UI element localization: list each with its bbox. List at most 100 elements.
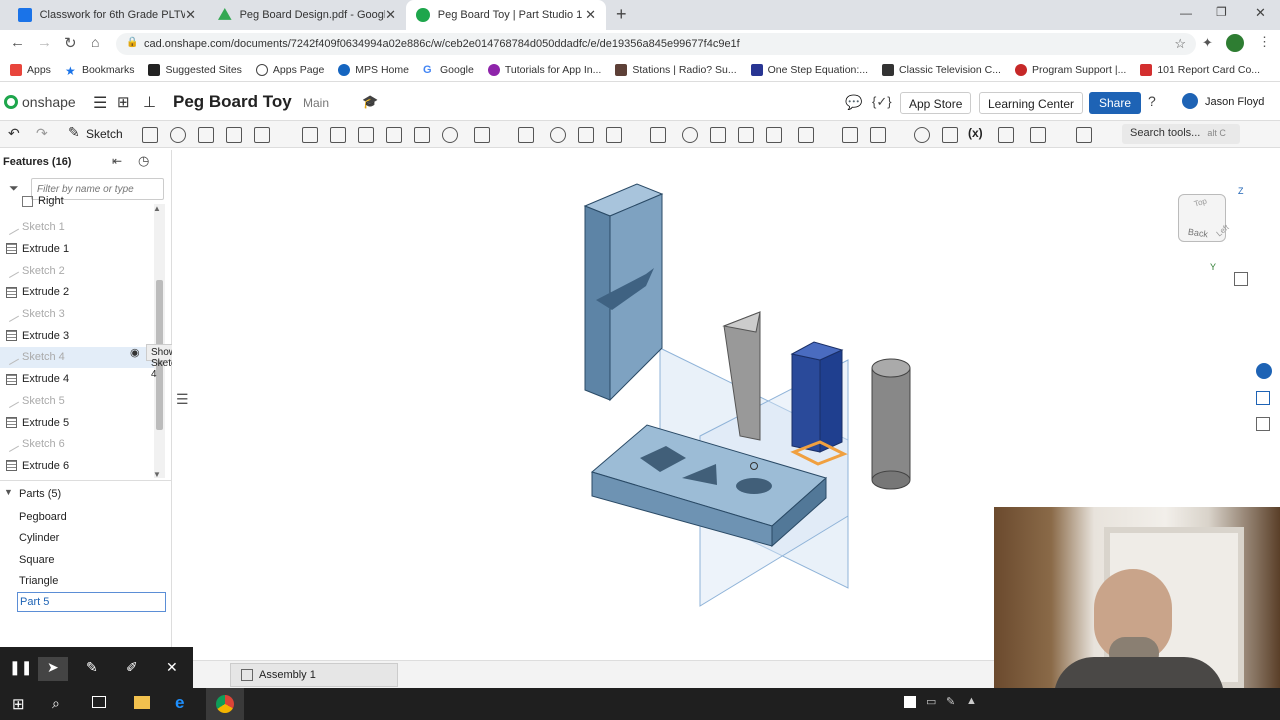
bookmark-program-support[interactable]: Program Support |...	[1014, 63, 1126, 76]
insert-icon[interactable]: ⊥	[143, 93, 156, 111]
feature-item[interactable]: Sketch 1	[0, 217, 155, 238]
rib-icon[interactable]	[386, 127, 402, 143]
file-explorer-icon[interactable]	[134, 696, 150, 709]
feature-item[interactable]: Sketch 5	[0, 390, 155, 411]
move-face-icon[interactable]	[738, 127, 754, 143]
bookmark-classic-tv[interactable]: Classic Television C...	[882, 63, 1001, 76]
pause-icon[interactable]: ❚❚	[9, 659, 32, 676]
task-view-icon[interactable]	[92, 696, 106, 708]
feature-item[interactable]: Extrude 2	[0, 282, 155, 303]
search-tools-field[interactable]: Search tools... alt C	[1122, 124, 1240, 144]
share-button[interactable]: Share	[1089, 92, 1142, 114]
feature-item[interactable]: Sketch 2	[0, 260, 155, 281]
loft-icon[interactable]	[226, 127, 242, 143]
part-rename-input[interactable]	[17, 592, 166, 612]
helix-icon[interactable]	[870, 127, 886, 143]
surface-icon[interactable]	[998, 127, 1014, 143]
scroll-up-icon[interactable]: ▲	[153, 204, 161, 213]
restore-icon[interactable]: ❐	[1216, 5, 1227, 19]
minimize-icon[interactable]: —	[1180, 6, 1192, 20]
edge-icon[interactable]: e	[175, 693, 184, 713]
profile-avatar[interactable]	[1226, 34, 1244, 52]
close-window-icon[interactable]: ✕	[1255, 5, 1266, 21]
mate-connector-icon[interactable]	[842, 127, 858, 143]
frame-icon[interactable]	[942, 127, 958, 143]
document-title[interactable]: Peg Board Toy	[173, 92, 292, 112]
bookmark-google[interactable]: G Google	[423, 64, 474, 76]
bookmark-stations[interactable]: Stations | Radio? Su...	[615, 63, 737, 76]
browser-tab-onshape[interactable]: Peg Board Toy | Part Studio 1 ✕	[406, 0, 606, 30]
bookmark-apps-page[interactable]: Apps Page	[255, 63, 324, 76]
featurescript-icon[interactable]: {✓}	[872, 94, 892, 110]
learning-center-button[interactable]: Learning Center	[979, 92, 1084, 114]
part-item[interactable]: Cylinder	[19, 528, 59, 549]
part-item[interactable]: Triangle	[19, 571, 58, 592]
url-field[interactable]: 🔒 cad.onshape.com/documents/7242f409f063…	[116, 33, 1196, 55]
variable-icon[interactable]: (x)	[968, 126, 983, 140]
taskbar-search-icon[interactable]: ⌕	[52, 695, 60, 712]
mass-properties-icon[interactable]	[1256, 391, 1270, 405]
revolve-icon[interactable]	[170, 127, 186, 143]
tray-drive-icon[interactable]: ▲	[966, 695, 977, 707]
education-cap-icon[interactable]: 🎓	[362, 94, 378, 110]
delete-face-icon[interactable]	[710, 127, 726, 143]
bookmark-suggested[interactable]: Suggested Sites	[148, 63, 242, 76]
split-icon[interactable]	[578, 127, 594, 143]
close-annotation-icon[interactable]: ✕	[166, 659, 178, 676]
scroll-down-icon[interactable]: ▼	[153, 470, 161, 479]
bookmark-apps[interactable]: Apps	[10, 63, 51, 76]
close-tab-icon[interactable]: ✕	[185, 7, 196, 23]
browser-tab-classwork[interactable]: Classwork for 6th Grade PLTW/C ✕	[8, 0, 206, 30]
branch-label[interactable]: Main	[303, 96, 329, 110]
reload-icon[interactable]: ↻	[64, 34, 77, 52]
pointer-icon[interactable]: ➤	[47, 659, 59, 676]
feature-scrollbar[interactable]	[154, 204, 165, 478]
redo-icon[interactable]: ↷	[36, 125, 48, 142]
part-item[interactable]: Pegboard	[19, 506, 67, 527]
feature-item[interactable]: Extrude 6	[0, 455, 155, 476]
bookmark-equation[interactable]: One Step Equation:...	[750, 63, 868, 76]
feature-item[interactable]: Extrude 5	[0, 412, 155, 433]
feature-item[interactable]: Extrude 3	[0, 325, 155, 346]
hole-icon[interactable]	[442, 127, 458, 143]
windows-start-icon[interactable]: ⊞	[12, 695, 25, 713]
tray-pen-icon[interactable]: ✎	[946, 695, 955, 708]
chrome-icon[interactable]	[216, 695, 234, 713]
sheet-metal-icon[interactable]	[914, 127, 930, 143]
onshape-logo-text[interactable]: onshape	[22, 94, 76, 110]
part-item[interactable]: Square	[19, 549, 54, 570]
mirror-icon[interactable]	[518, 127, 534, 143]
fillet-icon[interactable]	[302, 127, 318, 143]
bookmark-star-icon[interactable]: ☆	[1174, 36, 1186, 52]
delete-part-icon[interactable]	[650, 127, 666, 143]
assembly-tools-icon[interactable]	[1030, 127, 1046, 143]
draft-icon[interactable]	[358, 127, 374, 143]
close-tab-icon[interactable]: ✕	[585, 7, 596, 23]
close-tab-icon[interactable]: ✕	[385, 7, 396, 23]
modify-fillet-icon[interactable]	[682, 127, 698, 143]
forward-icon[interactable]: →	[37, 34, 52, 51]
bookmark-report-card[interactable]: 101 Report Card Co...	[1140, 63, 1260, 76]
pen-icon[interactable]: ✎	[86, 659, 98, 676]
sketch-button[interactable]: Sketch	[86, 127, 123, 141]
comments-icon[interactable]: 💬	[845, 94, 862, 111]
bookmark-mps-home[interactable]: MPS Home	[338, 63, 409, 76]
highlighter-icon[interactable]: ✐	[126, 659, 138, 676]
bookmark-bookmarks[interactable]: ★ Bookmarks	[65, 64, 135, 78]
new-tab-icon[interactable]: +	[616, 4, 627, 25]
pattern-icon[interactable]	[474, 127, 490, 143]
user-name[interactable]: Jason Floyd	[1205, 96, 1264, 108]
replace-face-icon[interactable]	[766, 127, 782, 143]
configurations-icon[interactable]	[1256, 417, 1270, 431]
render-mode-icon[interactable]	[1234, 272, 1248, 286]
sweep-icon[interactable]	[198, 127, 214, 143]
feature-item[interactable]: Extrude 4	[0, 369, 155, 390]
back-icon[interactable]: ←	[10, 34, 25, 51]
transform-icon[interactable]	[606, 127, 622, 143]
menu-icon[interactable]: ☰	[93, 93, 107, 113]
plane-icon[interactable]	[798, 127, 814, 143]
tab-assembly-1[interactable]: Assembly 1	[230, 663, 398, 687]
undo-icon[interactable]: ↶	[8, 125, 20, 142]
boolean-icon[interactable]	[550, 127, 566, 143]
tray-screen-icon[interactable]: ▭	[926, 695, 936, 708]
